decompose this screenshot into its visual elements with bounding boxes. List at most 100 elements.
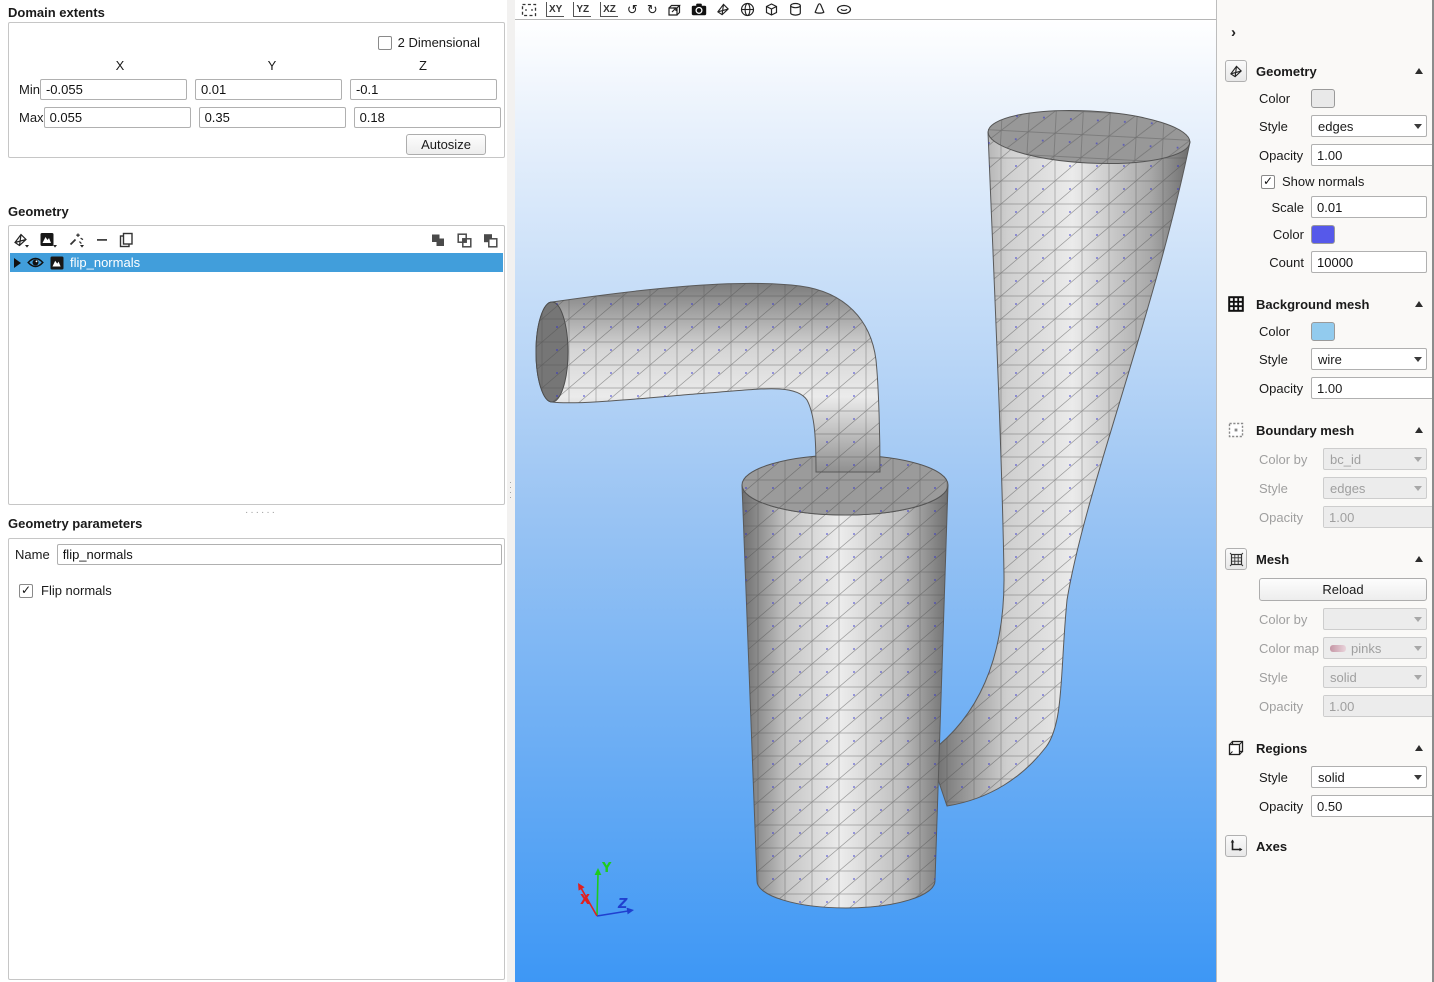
geometry-tree-item-flip-normals[interactable]: flip_normals: [10, 253, 503, 272]
geometry-parameters-group: Name ✓ Flip normals: [8, 538, 505, 980]
background-mesh-opacity-spinbox[interactable]: [1311, 377, 1434, 399]
wizard-wand-icon[interactable]: [68, 232, 85, 248]
axes-visibility-button[interactable]: [1225, 835, 1247, 857]
x-max-field[interactable]: [44, 107, 191, 128]
geometry-visibility-button[interactable]: [1225, 60, 1247, 82]
regions-opacity-spinbox[interactable]: [1311, 795, 1434, 817]
view-xz-button[interactable]: XZ: [600, 2, 618, 17]
chevron-down-icon: [1410, 478, 1426, 498]
tree-item-label: flip_normals: [70, 255, 140, 270]
render-canvas[interactable]: Y X Z: [515, 19, 1216, 982]
flip-normals-label: Flip normals: [41, 583, 112, 598]
torus-primitive-icon[interactable]: [836, 2, 852, 17]
filter-item-icon: [50, 256, 64, 270]
mesh-color-map-dropdown: pinks: [1323, 637, 1427, 659]
view-yz-button[interactable]: YZ: [573, 2, 591, 17]
rotate-ccw-icon[interactable]: ↺: [627, 2, 638, 17]
perspective-toggle-icon[interactable]: [667, 2, 682, 17]
collapse-section-icon[interactable]: [1415, 301, 1423, 307]
geometry-opacity-label: Opacity: [1259, 148, 1311, 163]
view-xy-button[interactable]: XY: [546, 2, 564, 17]
boundary-mesh-icon[interactable]: [1225, 419, 1247, 441]
name-field[interactable]: [57, 544, 502, 565]
chevron-down-icon: [1410, 767, 1426, 787]
mesh-style-dropdown: solid: [1323, 666, 1427, 688]
colormap-preview-swatch: [1330, 645, 1346, 652]
show-normals-checkbox[interactable]: ✓: [1261, 175, 1275, 189]
copy-geometry-icon[interactable]: [119, 232, 134, 248]
collapse-panel-button[interactable]: ›: [1231, 24, 1247, 41]
mesh-style-value: solid: [1330, 670, 1410, 685]
two-dimensional-checkbox[interactable]: [378, 36, 392, 50]
background-mesh-color-swatch[interactable]: [1311, 322, 1335, 341]
boundary-mesh-color-by-dropdown: bc_id: [1323, 448, 1427, 470]
collapse-section-icon[interactable]: [1415, 556, 1423, 562]
chevron-down-icon: [1410, 667, 1426, 687]
add-filter-icon[interactable]: [40, 232, 57, 248]
bent-pipe-solid: [536, 283, 880, 472]
application-window: Domain extents 2 Dimensional X Y Z Min m…: [0, 0, 1434, 982]
rotate-cw-icon[interactable]: ↻: [647, 2, 658, 17]
3d-viewport: XY YZ XZ ↺ ↻: [515, 0, 1216, 982]
axis-x-label: X: [580, 893, 590, 908]
normals-count-field[interactable]: [1311, 251, 1427, 273]
cylinder-solid: [742, 455, 948, 908]
mesh-opacity-input: [1324, 696, 1434, 716]
remove-geometry-icon[interactable]: [96, 232, 108, 248]
chevron-down-icon: [1410, 449, 1426, 469]
boundary-mesh-opacity-label: Opacity: [1259, 510, 1323, 525]
toggle-geometry-icon[interactable]: [716, 2, 731, 17]
sphere-primitive-icon[interactable]: [740, 2, 755, 17]
min-row-label: Min: [19, 82, 40, 97]
background-mesh-style-dropdown[interactable]: wire: [1311, 348, 1427, 370]
boolean-difference-icon[interactable]: [483, 233, 498, 248]
normals-color-swatch[interactable]: [1311, 225, 1335, 244]
z-min-field[interactable]: [350, 79, 497, 100]
y-min-field[interactable]: [195, 79, 342, 100]
domain-extents-group: 2 Dimensional X Y Z Min m Max m Autosize: [8, 22, 505, 158]
normals-scale-field[interactable]: [1311, 196, 1427, 218]
boolean-union-icon[interactable]: [431, 233, 446, 248]
regions-style-dropdown[interactable]: solid: [1311, 766, 1427, 788]
mesh-opacity-spinbox: [1323, 695, 1434, 717]
geometry-opacity-input[interactable]: [1312, 145, 1434, 165]
add-geometry-icon[interactable]: [13, 232, 29, 248]
autosize-button[interactable]: Autosize: [406, 134, 486, 155]
max-row-label: Max: [19, 110, 44, 125]
cylinder-primitive-icon[interactable]: [788, 2, 803, 17]
geometry-style-dropdown[interactable]: edges: [1311, 115, 1427, 137]
regions-icon[interactable]: [1225, 737, 1247, 759]
boundary-mesh-style-label: Style: [1259, 481, 1323, 496]
geometry-parameters-title: Geometry parameters: [8, 516, 142, 531]
y-max-field[interactable]: [199, 107, 346, 128]
x-min-field[interactable]: [40, 79, 187, 100]
mesh-visibility-button[interactable]: [1225, 548, 1247, 570]
geometry-color-swatch[interactable]: [1311, 89, 1335, 108]
collapse-section-icon[interactable]: [1415, 427, 1423, 433]
box-primitive-icon[interactable]: [764, 2, 779, 17]
boundary-mesh-section-header: Boundary mesh: [1256, 423, 1354, 438]
regions-opacity-input[interactable]: [1312, 796, 1434, 816]
background-mesh-icon[interactable]: [1225, 293, 1247, 315]
geometry-style-label: Style: [1259, 119, 1311, 134]
boolean-intersect-icon[interactable]: [457, 233, 472, 248]
flip-normals-checkbox[interactable]: ✓: [19, 584, 33, 598]
collapse-section-icon[interactable]: [1415, 745, 1423, 751]
panel-splitter[interactable]: ····: [507, 0, 515, 982]
screenshot-camera-icon[interactable]: [691, 2, 707, 17]
z-max-field[interactable]: [354, 107, 501, 128]
expand-arrow-icon[interactable]: [14, 258, 21, 268]
reload-mesh-button[interactable]: Reload: [1259, 578, 1427, 601]
domain-extents-title: Domain extents: [8, 5, 105, 20]
background-mesh-opacity-input[interactable]: [1312, 378, 1434, 398]
reset-view-icon[interactable]: [521, 2, 537, 17]
regions-opacity-label: Opacity: [1259, 799, 1311, 814]
background-mesh-style-label: Style: [1259, 352, 1311, 367]
geometry-opacity-spinbox[interactable]: [1311, 144, 1434, 166]
collapse-section-icon[interactable]: [1415, 68, 1423, 74]
splitter-handle[interactable]: ······: [245, 507, 277, 518]
axis-y-label: Y: [601, 861, 612, 876]
visibility-eye-icon[interactable]: [27, 256, 44, 269]
boundary-mesh-color-by-value: bc_id: [1330, 452, 1410, 467]
cone-primitive-icon[interactable]: [812, 2, 827, 17]
